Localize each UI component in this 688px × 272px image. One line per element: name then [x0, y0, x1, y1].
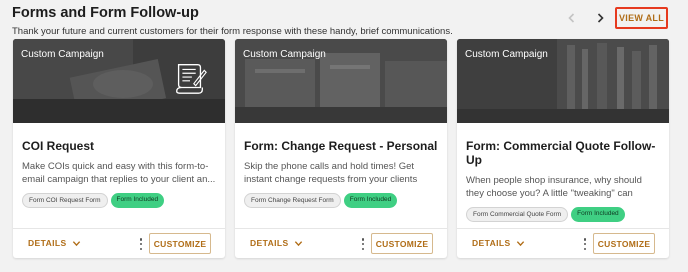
card-description: When people shop insurance, why should t…	[466, 175, 642, 199]
customize-button[interactable]: CUSTOMIZE	[149, 233, 211, 254]
carousel-next-button[interactable]	[591, 9, 609, 27]
banner-label: Custom Campaign	[243, 49, 326, 60]
chevron-right-icon	[597, 13, 604, 23]
details-button[interactable]: DETAILS	[28, 238, 81, 248]
more-vertical-icon[interactable]	[361, 238, 365, 250]
card-footer: DETAILS CUSTOMIZE	[457, 228, 669, 258]
form-included-tag: Form Included	[110, 193, 165, 208]
chevron-left-icon	[568, 13, 575, 23]
details-label: DETAILS	[28, 238, 67, 248]
details-label: DETAILS	[472, 238, 511, 248]
card-banner: Custom Campaign	[457, 39, 669, 123]
card-title: Form: Commercial Quote Follow-Up	[466, 139, 656, 167]
banner-label: Custom Campaign	[465, 49, 548, 60]
view-all-button[interactable]: VIEW ALL	[615, 7, 668, 29]
campaign-card: Custom Campaign Form: Commercial Quote F…	[457, 39, 669, 258]
chevron-down-icon	[294, 240, 302, 246]
campaign-card: Custom Campaign COI Request Make COIs qu…	[13, 39, 225, 258]
customize-label: CUSTOMIZE	[597, 238, 651, 249]
chevron-down-icon	[72, 240, 80, 246]
tag-list: Form Commercial Quote Form Form Included	[466, 207, 660, 222]
card-title: Form: Change Request - Personal	[244, 139, 438, 153]
document-signature-icon	[176, 64, 207, 94]
more-vertical-icon[interactable]	[139, 238, 143, 250]
card-footer: DETAILS CUSTOMIZE	[235, 228, 447, 258]
more-vertical-icon[interactable]	[583, 238, 587, 250]
form-included-tag: Form Included	[343, 193, 398, 208]
customize-label: CUSTOMIZE	[375, 238, 429, 249]
details-button[interactable]: DETAILS	[472, 238, 525, 248]
form-tag: Form Commercial Quote Form	[466, 207, 569, 222]
form-tag: Form COI Request Form	[22, 193, 108, 208]
chevron-down-icon	[516, 240, 524, 246]
campaign-card: Custom Campaign Form: Change Request - P…	[235, 39, 447, 258]
section-subtitle: Thank your future and current customers …	[12, 26, 453, 37]
tag-list: Form COI Request Form Form Included	[22, 193, 216, 208]
tag-list: Form Change Request Form Form Included	[244, 193, 438, 208]
card-description: Make COIs quick and easy with this form-…	[22, 161, 216, 185]
section-title: Forms and Form Follow-up	[12, 5, 199, 21]
customize-button[interactable]: CUSTOMIZE	[593, 233, 655, 254]
customize-button[interactable]: CUSTOMIZE	[371, 233, 433, 254]
form-tag: Form Change Request Form	[244, 193, 341, 208]
form-included-tag: Form Included	[571, 207, 625, 222]
card-banner: Custom Campaign	[13, 39, 225, 123]
card-footer: DETAILS CUSTOMIZE	[13, 228, 225, 258]
banner-label: Custom Campaign	[21, 49, 104, 60]
details-label: DETAILS	[250, 238, 289, 248]
section-header: Forms and Form Follow-up Thank your futu…	[12, 4, 453, 37]
card-description: Skip the phone calls and hold times! Get…	[244, 161, 418, 185]
view-all-label: VIEW ALL	[618, 13, 665, 23]
card-banner: Custom Campaign	[235, 39, 447, 123]
details-button[interactable]: DETAILS	[250, 238, 303, 248]
carousel-prev-button[interactable]	[563, 9, 581, 27]
card-title: COI Request	[22, 139, 95, 153]
customize-label: CUSTOMIZE	[153, 238, 207, 249]
